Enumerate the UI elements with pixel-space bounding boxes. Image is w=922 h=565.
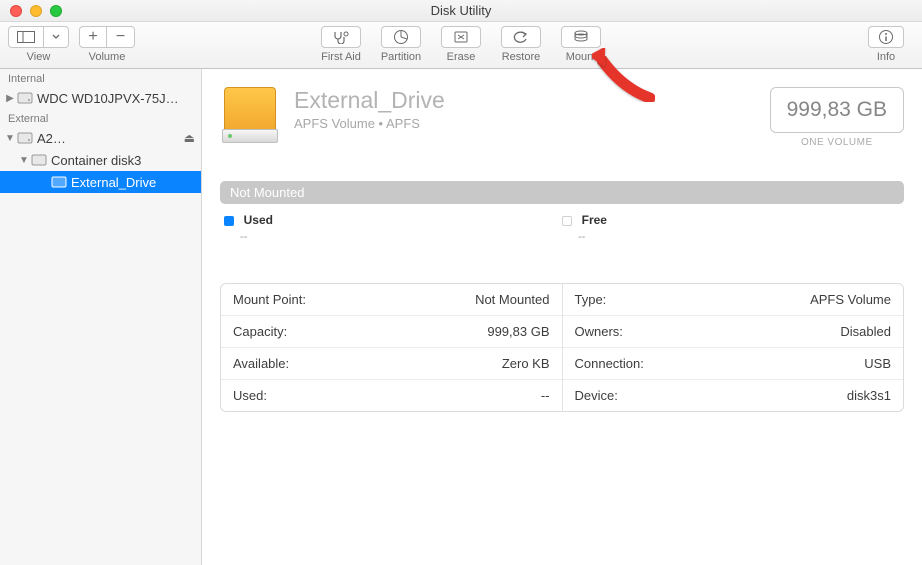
sidebar: Internal ▶ WDC WD10JPVX-75J… External ▼ … [0,69,202,565]
free-label: Free [582,213,607,227]
detail-row: Connection: USB [563,348,904,380]
detail-key: Mount Point: [233,292,306,307]
remove-volume-button[interactable]: − [107,26,135,48]
volume-details-table: Mount Point: Not Mounted Capacity: 999,83 G… [220,283,904,412]
info-icon [878,29,894,45]
sidebar-item-label: Container disk3 [51,153,195,168]
detail-key: Type: [575,292,607,307]
hdd-icon [16,131,34,145]
sidebar-heading-external: External [0,109,201,127]
stethoscope-icon [332,30,350,44]
status-bar-not-mounted: Not Mounted [220,181,904,204]
sidebar-item-label: A2… [37,131,184,146]
disclosure-triangle-icon[interactable]: ▶ [4,93,16,104]
first-aid-label: First Aid [321,51,361,63]
disclosure-triangle-icon[interactable]: ▼ [18,155,30,166]
mount-label: Mount [566,51,597,63]
volume-icon [50,175,68,189]
detail-value: Zero KB [502,356,550,371]
detail-row: Device: disk3s1 [563,380,904,411]
detail-value: USB [864,356,891,371]
add-volume-button[interactable]: + [79,26,107,48]
hdd-icon [30,153,48,167]
view-sidebar-button[interactable] [8,26,44,48]
volume-subtitle: APFS Volume • APFS [294,116,445,131]
sidebar-item-label: WDC WD10JPVX-75J… [37,91,195,106]
detail-value: APFS Volume [810,292,891,307]
titlebar: Disk Utility [0,0,922,22]
detail-row: Type: APFS Volume [563,284,904,316]
volume-group: + − Volume [79,26,135,63]
detail-key: Owners: [575,324,623,339]
hdd-icon [16,91,34,105]
pie-icon [393,29,409,45]
first-aid-button[interactable] [321,26,361,48]
partition-label: Partition [381,51,421,63]
used-value: -- [240,231,562,243]
detail-key: Capacity: [233,324,287,339]
mount-button[interactable] [561,26,601,48]
erase-button[interactable] [441,26,481,48]
restore-button[interactable] [501,26,541,48]
used-swatch [224,216,234,226]
mount-icon [573,30,589,44]
restore-label: Restore [502,51,541,63]
detail-key: Available: [233,356,289,371]
partition-button[interactable] [381,26,421,48]
used-label: Used [244,213,273,227]
volume-size: 999,83 GB [770,87,904,133]
view-group: View [8,26,69,63]
info-button[interactable] [868,26,904,48]
sidebar-heading-internal: Internal [0,69,201,87]
detail-row: Available: Zero KB [221,348,562,380]
detail-value: -- [541,388,550,403]
sidebar-item-internal-disk[interactable]: ▶ WDC WD10JPVX-75J… [0,87,201,109]
usage-legend: Used -- Free -- [220,204,904,243]
view-label: View [27,51,51,63]
center-tools: First Aid Partition Erase Restore Mount [315,26,607,63]
view-dropdown-button[interactable] [44,26,69,48]
detail-key: Used: [233,388,267,403]
volume-label: Volume [89,51,126,63]
sidebar-item-volume-selected[interactable]: External_Drive [0,171,201,193]
free-value: -- [578,231,900,243]
external-drive-icon [220,87,280,151]
detail-row: Mount Point: Not Mounted [221,284,562,316]
chevron-down-icon [52,34,60,40]
detail-value: Disabled [840,324,891,339]
sidebar-item-label: External_Drive [71,175,195,190]
detail-value: Not Mounted [475,292,549,307]
sidebar-layout-icon [17,31,35,43]
erase-label: Erase [447,51,476,63]
restore-icon [513,30,529,44]
info-label: Info [877,51,895,63]
eject-icon[interactable]: ⏏ [184,131,195,145]
detail-key: Device: [575,388,618,403]
window-title: Disk Utility [0,3,922,18]
volume-name: External_Drive [294,87,445,114]
sidebar-item-container[interactable]: ▼ Container disk3 [0,149,201,171]
detail-row: Owners: Disabled [563,316,904,348]
info-group: Info [868,26,904,63]
erase-icon [453,30,469,44]
detail-value: disk3s1 [847,388,891,403]
detail-row: Used: -- [221,380,562,411]
detail-row: Capacity: 999,83 GB [221,316,562,348]
detail-key: Connection: [575,356,644,371]
toolbar: View + − Volume First Aid Partition Eras… [0,22,922,69]
content-pane: External_Drive APFS Volume • APFS 999,83… [202,69,922,565]
disclosure-triangle-icon[interactable]: ▼ [4,133,16,144]
sidebar-item-external-disk[interactable]: ▼ A2… ⏏ [0,127,201,149]
free-swatch [562,216,572,226]
detail-value: 999,83 GB [487,324,549,339]
volume-size-subtitle: ONE VOLUME [770,137,904,148]
